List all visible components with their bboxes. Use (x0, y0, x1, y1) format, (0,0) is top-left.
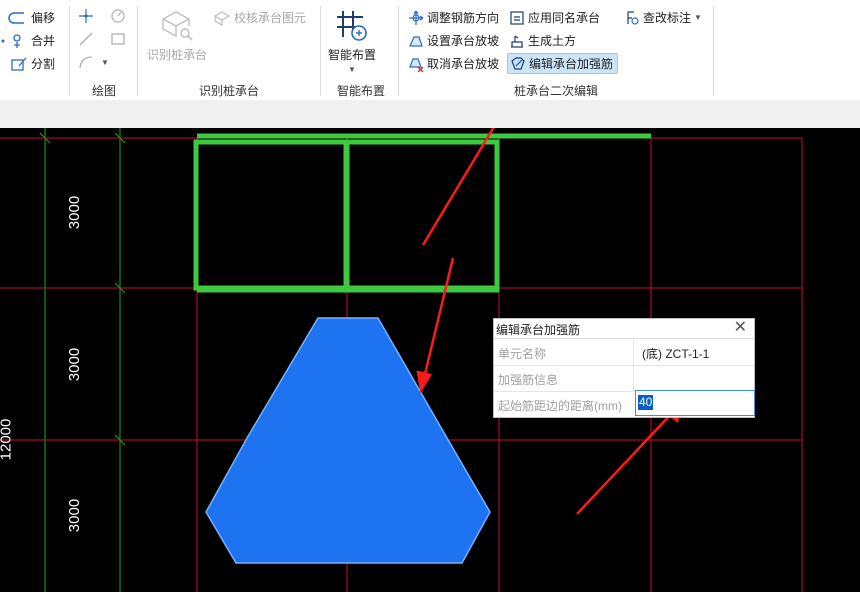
edit-reinforcement-icon (511, 56, 525, 70)
edit-cap-reinforcement-label: 编辑承台加强筋 (529, 57, 614, 71)
property-name: 单元名称 (498, 347, 547, 361)
property-value: (底) ZCT-1-1 (642, 347, 710, 361)
cancel-slope-icon (409, 57, 424, 72)
annotation-icon (627, 10, 639, 25)
view-edit-annotation-button[interactable]: 查改标注 ▼ (624, 9, 702, 26)
smart-layout-button[interactable]: 智能布置 ▼ (326, 8, 378, 74)
property-row: 加强筋信息 (494, 365, 754, 392)
split-icon (11, 57, 27, 71)
arc-icon (79, 56, 93, 69)
ribbon-bottom-strip (0, 100, 860, 128)
merge-label: 合并 (31, 34, 56, 48)
apply-same-name-icon (510, 10, 524, 25)
dialog-titlebar[interactable]: 编辑承台加强筋 ✕ (494, 319, 754, 339)
adjust-rebar-direction-button[interactable]: 调整钢筋方向 (408, 9, 499, 26)
chevron-down-icon: ▼ (348, 65, 356, 74)
arc-tool-button[interactable]: ▼ (77, 54, 109, 70)
close-icon[interactable]: ✕ (734, 320, 747, 336)
merge-icon (1, 33, 21, 48)
ribbon: 偏移 合并 分割 ▼ 绘图 识别桩承台 校核承台图元 识别桩承台 智能布置 ▼ … (0, 0, 860, 100)
point-tool-button[interactable] (77, 8, 98, 24)
merge-button[interactable]: 合并 (0, 32, 55, 49)
offset-label: 偏移 (31, 11, 56, 25)
property-value-cell[interactable]: (底) ZCT-1-1 (633, 339, 755, 365)
rect-tool-button[interactable] (109, 31, 130, 47)
separator (713, 6, 714, 96)
view-edit-annotation-label: 查改标注 (643, 11, 692, 25)
split-button[interactable]: 分割 (10, 55, 55, 72)
check-cap-icon (213, 10, 231, 26)
dimension-label: 3000 (66, 498, 84, 533)
apply-same-name-cap-label: 应用同名承台 (528, 11, 601, 25)
chevron-down-icon: ▼ (101, 57, 109, 67)
recognize-cap-label: 识别桩承台 (146, 48, 207, 62)
recognize-cap-icon (161, 11, 193, 41)
set-cap-slope-label: 设置承台放坡 (427, 34, 500, 48)
smart-layout-label: 智能布置 (327, 48, 376, 62)
set-slope-icon (409, 35, 423, 47)
smart-layout-icon (336, 11, 367, 41)
cancel-cap-slope-button[interactable]: 取消承台放坡 (408, 55, 499, 72)
group-label-secondary-edit: 桩承台二次编辑 (514, 84, 599, 98)
cancel-cap-slope-label: 取消承台放坡 (427, 57, 500, 71)
dimension-lines (0, 128, 200, 592)
line-icon (79, 32, 93, 46)
check-cap-label: 校核承台图元 (234, 11, 307, 25)
start-distance-selected-text: 40 (638, 395, 654, 410)
edit-cap-reinforcement-dialog: 编辑承台加强筋 ✕ 单元名称 (底) ZCT-1-1 加强筋信息 起始筋距边的距… (493, 318, 755, 418)
property-row: 单元名称 (底) ZCT-1-1 (494, 339, 754, 366)
property-value-cell[interactable] (633, 365, 755, 391)
adjust-rebar-icon (409, 10, 424, 25)
green-pile-cap[interactable] (193, 133, 651, 293)
dialog-title: 编辑承台加强筋 (496, 323, 581, 337)
group-label-smart: 智能布置 (337, 84, 386, 98)
recognize-cap-button[interactable]: 识别桩承台 (145, 8, 209, 63)
offset-icon (8, 11, 24, 24)
dimension-label: 3000 (66, 347, 84, 382)
rotate-point-button[interactable] (109, 8, 130, 24)
separator (137, 6, 138, 96)
edit-cap-reinforcement-button[interactable]: 编辑承台加强筋 (507, 53, 619, 74)
apply-same-name-cap-button[interactable]: 应用同名承台 (509, 9, 600, 26)
property-name: 起始筋距边的距离(mm) (498, 399, 622, 413)
rectangle-icon (111, 33, 125, 45)
line-tool-button[interactable] (77, 31, 98, 47)
offset-button[interactable]: 偏移 (2, 9, 55, 26)
group-label-recognize: 识别桩承台 (199, 84, 260, 98)
separator (69, 6, 70, 96)
blue-pile-cap[interactable] (205, 317, 491, 564)
point-cross-icon (79, 9, 93, 23)
adjust-rebar-direction-label: 调整钢筋方向 (427, 11, 500, 25)
set-cap-slope-button[interactable]: 设置承台放坡 (408, 32, 499, 49)
chevron-down-icon: ▼ (694, 13, 702, 22)
check-cap-button[interactable]: 校核承台图元 (213, 9, 306, 26)
earthwork-icon (511, 35, 523, 48)
dimension-total-label: 12000 (0, 418, 15, 461)
dimension-label: 3000 (66, 195, 84, 230)
rotate-point-icon (111, 9, 125, 23)
generate-earthwork-label: 生成土方 (528, 34, 577, 48)
split-label: 分割 (31, 57, 56, 71)
separator (398, 6, 399, 96)
generate-earthwork-button[interactable]: 生成土方 (509, 32, 576, 49)
property-name: 加强筋信息 (498, 373, 559, 387)
separator (320, 6, 321, 96)
group-label-draw: 绘图 (92, 84, 117, 98)
